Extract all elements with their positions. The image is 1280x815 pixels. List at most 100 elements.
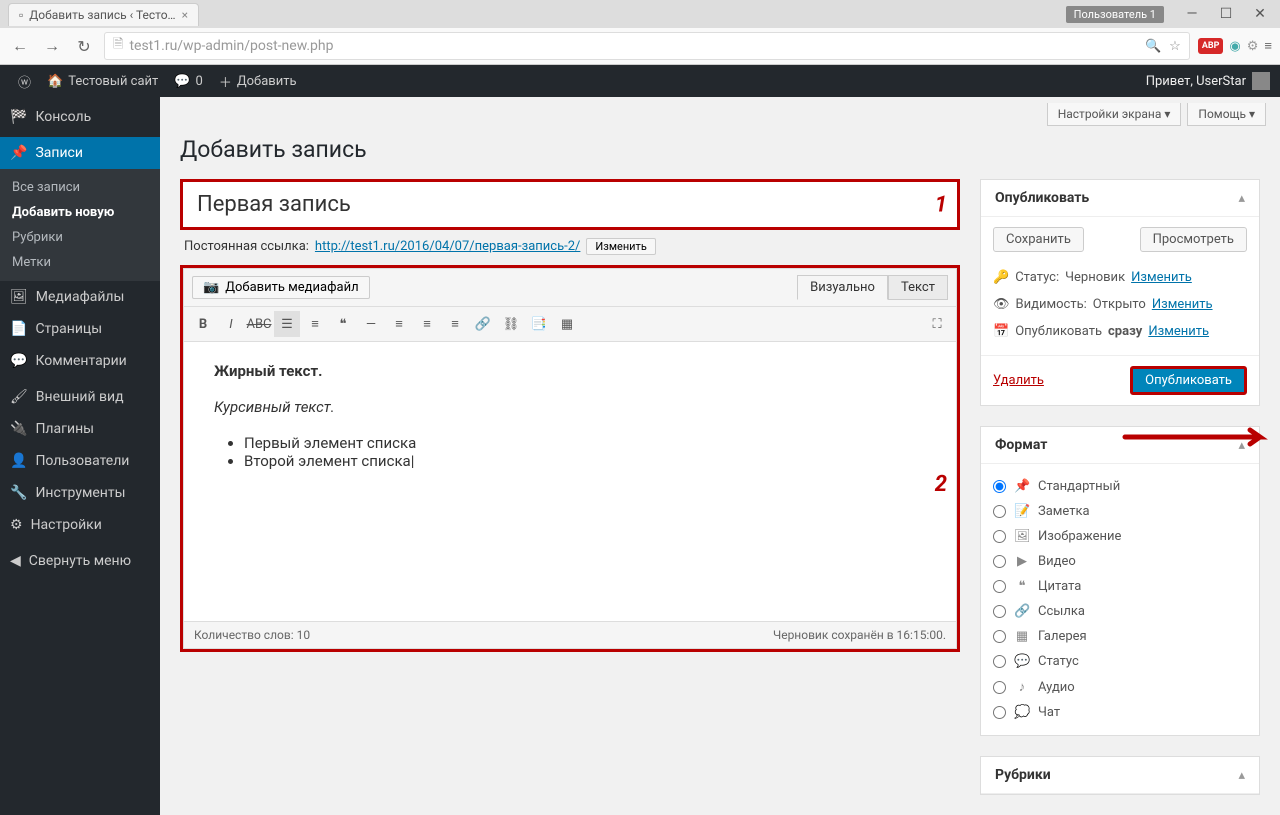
back-button[interactable]: ← bbox=[8, 34, 32, 58]
menu-icon[interactable]: ≡ bbox=[1264, 38, 1272, 54]
categories-title: Рубрики bbox=[995, 767, 1051, 783]
link-button[interactable]: 🔗 bbox=[470, 311, 496, 337]
format-image[interactable]: 🖼Изображение bbox=[993, 524, 1247, 549]
help-button[interactable]: Помощь ▾ bbox=[1187, 103, 1266, 126]
bullet-list-button[interactable]: ☰ bbox=[274, 311, 300, 337]
avatar[interactable] bbox=[1252, 72, 1270, 90]
sidebar-item-media[interactable]: 🖼Медиафайлы bbox=[0, 281, 160, 313]
camera-icon: 📷 bbox=[203, 280, 219, 295]
format-video[interactable]: ▶Видео bbox=[993, 549, 1247, 574]
brush-icon: 🖌 bbox=[10, 389, 28, 405]
edit-schedule-link[interactable]: Изменить bbox=[1148, 324, 1209, 339]
save-button[interactable]: Сохранить bbox=[993, 227, 1084, 252]
user-badge[interactable]: Пользователь 1 bbox=[1066, 6, 1164, 23]
delete-link[interactable]: Удалить bbox=[993, 373, 1044, 388]
minimize-button[interactable]: — bbox=[1176, 2, 1208, 26]
format-quote[interactable]: ❝Цитата bbox=[993, 574, 1247, 599]
star-icon[interactable]: ☆ bbox=[1169, 39, 1181, 54]
post-title-input[interactable] bbox=[183, 182, 957, 227]
browser-chrome: ▫ Добавить запись ‹ Тесто… × Пользовател… bbox=[0, 0, 1280, 65]
quote-icon: ❝ bbox=[1014, 579, 1030, 594]
format-status[interactable]: 💬Статус bbox=[993, 649, 1247, 674]
screen-options-button[interactable]: Настройки экрана ▾ bbox=[1047, 103, 1182, 126]
hr-button[interactable]: — bbox=[358, 311, 384, 337]
format-standard[interactable]: 📌Стандартный bbox=[993, 474, 1247, 499]
greeting[interactable]: Привет, UserStar bbox=[1146, 74, 1246, 89]
publish-button[interactable]: Опубликовать bbox=[1130, 366, 1247, 395]
draft-saved: Черновик сохранён в 16:15:00. bbox=[773, 628, 946, 642]
edit-permalink-button[interactable]: Изменить bbox=[586, 238, 655, 255]
toggle-icon[interactable]: ▴ bbox=[1238, 768, 1245, 783]
sidebar-collapse[interactable]: ◀Свернуть меню bbox=[0, 545, 160, 577]
preview-button[interactable]: Просмотреть bbox=[1140, 227, 1247, 252]
sidebar-item-tools[interactable]: 🔧Инструменты bbox=[0, 477, 160, 509]
settings-icon: ⚙ bbox=[10, 517, 23, 533]
comments-link[interactable]: 💬0 bbox=[166, 65, 211, 97]
dashboard-icon: 🏁 bbox=[10, 109, 27, 125]
align-right-button[interactable]: ≡ bbox=[442, 311, 468, 337]
submenu-tags[interactable]: Метки bbox=[0, 250, 160, 275]
italic-button[interactable]: I bbox=[218, 311, 244, 337]
format-aside[interactable]: 📝Заметка bbox=[993, 499, 1247, 524]
tab-visual[interactable]: Визуально bbox=[797, 275, 888, 300]
tab-text[interactable]: Текст bbox=[888, 275, 948, 300]
sidebar-item-appearance[interactable]: 🖌Внешний вид bbox=[0, 381, 160, 413]
comment-icon: 💬 bbox=[174, 74, 190, 89]
wp-logo[interactable]: ⓦ bbox=[10, 65, 39, 97]
sidebar-item-plugins[interactable]: 🔌Плагины bbox=[0, 413, 160, 445]
status-icon: 💬 bbox=[1014, 654, 1030, 669]
close-button[interactable]: ✕ bbox=[1244, 2, 1276, 26]
editor-body[interactable]: Жирный текст. Курсивный текст. Первый эл… bbox=[183, 342, 957, 622]
edit-visibility-link[interactable]: Изменить bbox=[1152, 297, 1213, 312]
unlink-button[interactable]: ⛓ bbox=[498, 311, 524, 337]
permalink-url[interactable]: http://test1.ru/2016/04/07/первая-запись… bbox=[315, 239, 580, 254]
note-icon: 📝 bbox=[1014, 504, 1030, 519]
submenu-all-posts[interactable]: Все записи bbox=[0, 175, 160, 200]
number-list-button[interactable]: ≡ bbox=[302, 311, 328, 337]
format-link[interactable]: 🔗Ссылка bbox=[993, 599, 1247, 624]
url-box[interactable]: 🗎 test1.ru/wp-admin/post-new.php 🔍 ☆ bbox=[104, 32, 1190, 60]
sidebar-item-users[interactable]: 👤Пользователи bbox=[0, 445, 160, 477]
site-link[interactable]: 🏠Тестовый сайт bbox=[39, 65, 166, 97]
toggle-icon[interactable]: ▴ bbox=[1238, 191, 1245, 206]
format-gallery[interactable]: ▦Галерея bbox=[993, 624, 1247, 649]
more-button[interactable]: 📑 bbox=[526, 311, 552, 337]
edit-status-link[interactable]: Изменить bbox=[1131, 270, 1192, 285]
publish-box: Опубликовать ▴ Сохранить Просмотреть 🔑 С… bbox=[980, 179, 1260, 406]
maximize-button[interactable]: ☐ bbox=[1210, 2, 1242, 26]
align-center-button[interactable]: ≡ bbox=[414, 311, 440, 337]
sidebar-item-pages[interactable]: 📄Страницы bbox=[0, 313, 160, 345]
sidebar-item-console[interactable]: 🏁Консоль bbox=[0, 101, 160, 133]
quote-button[interactable]: ❝ bbox=[330, 311, 356, 337]
browser-tab[interactable]: ▫ Добавить запись ‹ Тесто… × bbox=[8, 3, 199, 26]
add-new-link[interactable]: ＋Добавить bbox=[211, 65, 305, 97]
sidebar-item-settings[interactable]: ⚙Настройки bbox=[0, 509, 160, 541]
annotation-1: 1 bbox=[935, 192, 947, 217]
bold-button[interactable]: B bbox=[190, 311, 216, 337]
sidebar-item-posts[interactable]: 📌Записи bbox=[0, 137, 160, 169]
toolbar-toggle-button[interactable]: ▦ bbox=[554, 311, 580, 337]
strikethrough-button[interactable]: ABC bbox=[246, 311, 272, 337]
favicon: ▫ bbox=[19, 8, 23, 22]
align-left-button[interactable]: ≡ bbox=[386, 311, 412, 337]
sidebar-item-comments[interactable]: 💬Комментарии bbox=[0, 345, 160, 377]
format-audio[interactable]: ♪Аудио bbox=[993, 674, 1247, 700]
submenu-add-new[interactable]: Добавить новую bbox=[0, 200, 160, 225]
close-icon[interactable]: × bbox=[182, 8, 188, 22]
sidebar-submenu-posts: Все записи Добавить новую Рубрики Метки bbox=[0, 169, 160, 281]
page-icon: 📄 bbox=[10, 321, 27, 337]
format-chat[interactable]: 💭Чат bbox=[993, 700, 1247, 725]
extension-icon[interactable]: ⚙ bbox=[1247, 39, 1259, 54]
search-icon[interactable]: 🔍 bbox=[1145, 39, 1161, 54]
reload-button[interactable]: ↻ bbox=[72, 34, 96, 58]
forward-button[interactable]: → bbox=[40, 34, 64, 58]
add-media-button[interactable]: 📷Добавить медиафайл bbox=[192, 276, 370, 299]
tab-bar: ▫ Добавить запись ‹ Тесто… × Пользовател… bbox=[0, 0, 1280, 28]
format-title: Формат bbox=[995, 437, 1047, 453]
submenu-categories[interactable]: Рубрики bbox=[0, 225, 160, 250]
admin-sidebar: 🏁Консоль 📌Записи Все записи Добавить нов… bbox=[0, 97, 160, 815]
toggle-icon[interactable]: ▴ bbox=[1238, 438, 1245, 453]
extension-icon[interactable]: ◉ bbox=[1229, 39, 1240, 54]
abp-icon[interactable]: ABP bbox=[1198, 38, 1224, 54]
fullscreen-button[interactable]: ⛶ bbox=[924, 311, 950, 337]
